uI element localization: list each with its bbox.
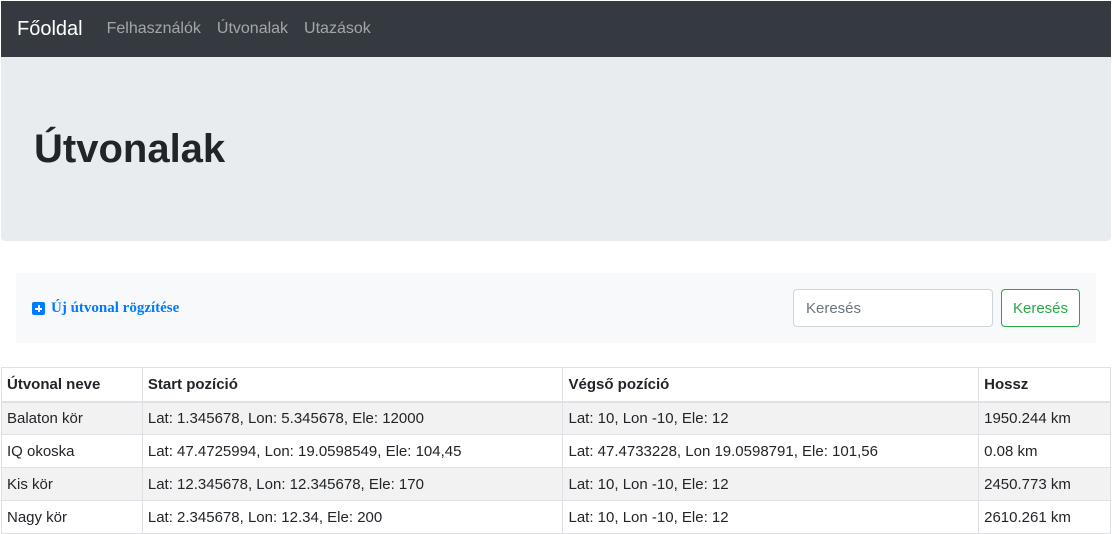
- toolbar: Új útvonal rögzítése Keresés: [16, 273, 1096, 343]
- column-header-length: Hossz: [978, 367, 1111, 403]
- navbar: Főoldal Felhasználók Útvonalak Utazások: [1, 1, 1111, 57]
- page-header: Útvonalak: [1, 57, 1111, 241]
- brand-link[interactable]: Főoldal: [17, 18, 83, 41]
- table-row[interactable]: Nagy kör Lat: 2.345678, Lon: 12.34, Ele:…: [1, 500, 1111, 534]
- column-header-start: Start pozíció: [141, 367, 564, 403]
- start-position-cell: Lat: 1.345678, Lon: 5.345678, Ele: 12000: [141, 401, 564, 435]
- start-position-cell: Lat: 47.4725994, Lon: 19.0598549, Ele: 1…: [141, 434, 564, 468]
- search-input[interactable]: [793, 289, 993, 327]
- search-button[interactable]: Keresés: [1001, 289, 1080, 327]
- route-name-cell: Kis kör: [1, 467, 143, 501]
- new-route-link[interactable]: Új útvonal rögzítése: [32, 300, 179, 317]
- plus-square-icon: [32, 302, 45, 315]
- length-cell: 2610.261 km: [978, 500, 1111, 534]
- length-cell: 1950.244 km: [978, 401, 1111, 435]
- nav-link-routes[interactable]: Útvonalak: [217, 20, 288, 38]
- nav-link-trips[interactable]: Utazások: [304, 20, 371, 38]
- route-name-cell: Balaton kör: [1, 401, 143, 435]
- route-name-cell: Nagy kör: [1, 500, 143, 534]
- table-row[interactable]: Balaton kör Lat: 1.345678, Lon: 5.345678…: [1, 401, 1111, 435]
- length-cell: 2450.773 km: [978, 467, 1111, 501]
- new-route-label: Új útvonal rögzítése: [51, 300, 180, 316]
- column-header-name: Útvonal neve: [1, 367, 143, 403]
- column-header-end: Végső pozíció: [562, 367, 980, 403]
- end-position-cell: Lat: 10, Lon -10, Ele: 12: [562, 467, 980, 501]
- table-header-row: Útvonal neve Start pozíció Végső pozíció…: [1, 367, 1111, 403]
- nav-link-users[interactable]: Felhasználók: [107, 20, 201, 38]
- page-title: Útvonalak: [34, 127, 226, 171]
- end-position-cell: Lat: 47.4733228, Lon 19.0598791, Ele: 10…: [562, 434, 980, 468]
- end-position-cell: Lat: 10, Lon -10, Ele: 12: [562, 500, 980, 534]
- table-row[interactable]: Kis kör Lat: 12.345678, Lon: 12.345678, …: [1, 467, 1111, 501]
- end-position-cell: Lat: 10, Lon -10, Ele: 12: [562, 401, 980, 435]
- route-name-cell: IQ okoska: [1, 434, 143, 468]
- table-row[interactable]: IQ okoska Lat: 47.4725994, Lon: 19.05985…: [1, 434, 1111, 468]
- length-cell: 0.08 km: [978, 434, 1111, 468]
- routes-table: Útvonal neve Start pozíció Végső pozíció…: [1, 367, 1111, 534]
- start-position-cell: Lat: 12.345678, Lon: 12.345678, Ele: 170: [141, 467, 564, 501]
- start-position-cell: Lat: 2.345678, Lon: 12.34, Ele: 200: [141, 500, 564, 534]
